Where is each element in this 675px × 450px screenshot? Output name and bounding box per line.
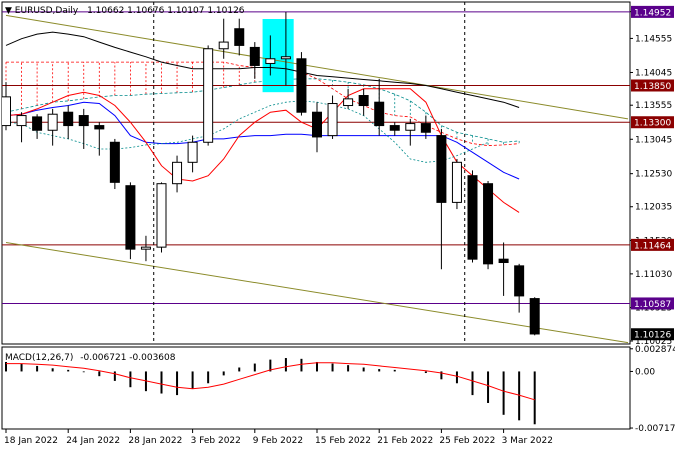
candle-body[interactable] xyxy=(249,46,260,66)
macd-tick-label: 0.00 xyxy=(635,367,655,377)
price-tick-label: 1.12530 xyxy=(635,170,672,180)
candle-body[interactable] xyxy=(312,111,322,138)
candle-body[interactable] xyxy=(529,298,540,335)
macd-label: MACD(12,26,7) xyxy=(5,353,73,363)
macd-header: MACD(12,26,7) -0.006721 -0.003608 xyxy=(5,353,176,363)
price-tick-label: 1.13045 xyxy=(635,135,672,145)
price-tick-label: 1.13555 xyxy=(635,101,672,111)
time-tick-label: 9 Feb 2022 xyxy=(253,436,303,446)
time-tick-label: 25 Feb 2022 xyxy=(439,436,495,446)
price-level-tag-text: 1.10587 xyxy=(634,300,671,310)
candle-body[interactable] xyxy=(343,98,354,107)
time-tick-label: 18 Jan 2022 xyxy=(4,436,58,446)
macd-tick-label: 0.002874 xyxy=(635,345,675,355)
candle-body[interactable] xyxy=(125,185,136,250)
candle-body[interactable] xyxy=(187,141,198,163)
candle-body[interactable] xyxy=(94,125,105,130)
price-tick-label: 1.11030 xyxy=(635,270,672,280)
candle-body[interactable] xyxy=(16,115,27,127)
candle-body[interactable] xyxy=(172,161,183,185)
chart-header: ▼ EURUSD,Daily 1.10662 1.10676 1.10107 1… xyxy=(5,6,245,16)
candle-body[interactable] xyxy=(280,56,291,60)
time-axis[interactable]: 18 Jan 2022 24 Jan 2022 28 Jan 2022 3 Feb 2… xyxy=(4,429,553,446)
candle-body[interactable] xyxy=(498,258,509,264)
time-tick-label: 15 Feb 2022 xyxy=(315,436,371,446)
macd-tick-label: -0.007178 xyxy=(635,424,675,434)
candle-body[interactable] xyxy=(514,265,525,297)
candle-body[interactable] xyxy=(436,135,447,203)
chart-canvas[interactable]: 1.149551.145551.140451.135551.130451.125… xyxy=(0,0,675,450)
candle-body[interactable] xyxy=(451,161,462,203)
highlight-zone xyxy=(262,19,294,93)
candle-body[interactable] xyxy=(358,95,369,107)
candle-body[interactable] xyxy=(327,103,338,137)
candle-body[interactable] xyxy=(156,183,167,248)
symbol-label: EURUSD,Daily xyxy=(15,6,79,16)
candle-body[interactable] xyxy=(374,101,385,127)
price-level-tag-text: 1.13300 xyxy=(634,119,671,129)
candle-body[interactable] xyxy=(389,125,400,131)
symbol-arrow-icon: ▼ xyxy=(5,6,12,16)
trading-chart-window: 1.149551.145551.140451.135551.130451.125… xyxy=(0,0,675,450)
candle-body[interactable] xyxy=(405,123,416,131)
price-axis[interactable]: 1.149551.145551.140451.135551.130451.125… xyxy=(630,8,672,347)
price-level-tag-text: 1.13850 xyxy=(634,82,671,92)
price-tick-label: 1.12035 xyxy=(635,203,672,213)
candle-body[interactable] xyxy=(140,246,151,250)
candle-body[interactable] xyxy=(234,28,245,46)
ohlc-readout: 1.10662 1.10676 1.10107 1.10126 xyxy=(87,6,245,16)
price-tick-label: 1.14555 xyxy=(635,34,672,44)
cyan-highlight-box xyxy=(262,19,294,93)
candle-body[interactable] xyxy=(218,41,229,50)
time-tick-label: 3 Feb 2022 xyxy=(191,436,241,446)
time-tick-label: 3 Mar 2022 xyxy=(502,436,553,446)
candle-body[interactable] xyxy=(420,123,431,133)
candle-body[interactable] xyxy=(2,96,11,127)
macd-values: -0.006721 -0.003608 xyxy=(80,353,176,363)
candle-body[interactable] xyxy=(109,141,120,183)
time-tick-label: 24 Jan 2022 xyxy=(66,436,120,446)
candle-body[interactable] xyxy=(78,115,89,127)
candle-body[interactable] xyxy=(265,58,276,64)
candle-body[interactable] xyxy=(483,183,494,265)
price-tick-label: 1.14045 xyxy=(635,68,672,78)
price-level-tag-text: 1.14952 xyxy=(634,8,671,18)
price-level-tag-text: 1.10126 xyxy=(634,331,671,341)
candle-body[interactable] xyxy=(467,175,478,260)
time-tick-label: 28 Jan 2022 xyxy=(128,436,182,446)
candle-body[interactable] xyxy=(47,113,58,131)
price-level-tag-text: 1.11464 xyxy=(634,241,671,251)
candle-body[interactable] xyxy=(203,48,214,143)
time-tick-label: 21 Feb 2022 xyxy=(377,436,433,446)
candle-body[interactable] xyxy=(63,111,74,127)
candle-body[interactable] xyxy=(296,58,307,113)
macd-axis: 0.002874 0.00 -0.007178 xyxy=(630,345,675,434)
candle-body[interactable] xyxy=(32,116,43,131)
